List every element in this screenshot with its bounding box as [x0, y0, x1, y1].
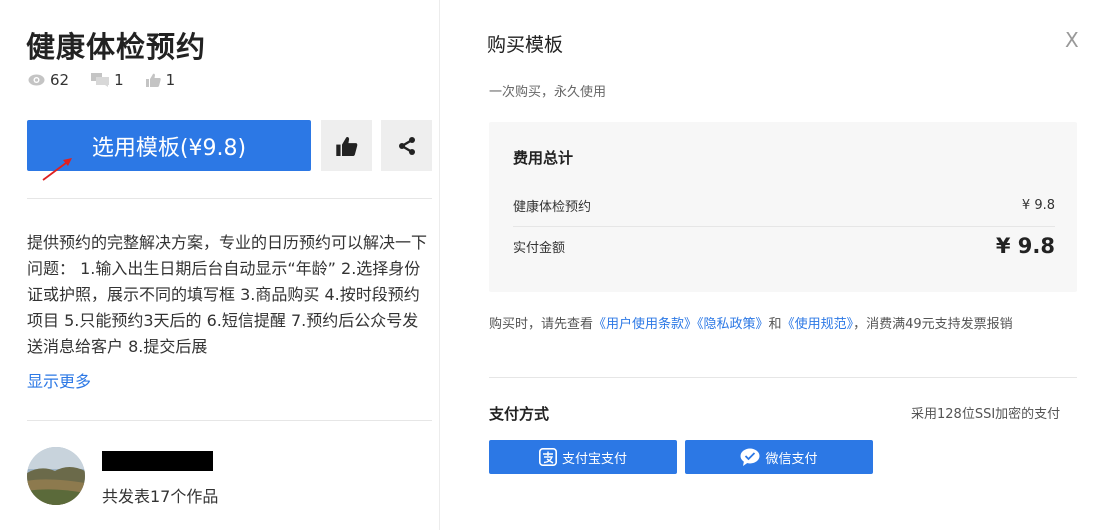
share-icon	[398, 136, 415, 155]
comment-icon	[91, 73, 110, 87]
template-title: 健康体检预约	[26, 30, 207, 64]
template-description: 提供预约的完整解决方案，专业的日历预约可以解决一下问题： 1.输入出生日期后台自…	[27, 233, 428, 356]
alipay-icon	[538, 448, 557, 466]
divider	[27, 420, 432, 421]
wechat-pay-icon	[740, 448, 760, 466]
thumbs-up-icon	[145, 73, 161, 87]
pointer-arrow-icon	[42, 158, 72, 181]
wechat-pay-label: 微信支付	[765, 451, 818, 467]
comments-count: 1	[114, 71, 124, 89]
fee-total-value: ¥ 9.8	[995, 234, 1055, 258]
wechat-pay-button[interactable]: 微信支付	[685, 440, 873, 474]
divider	[513, 226, 1055, 227]
divider	[489, 377, 1077, 378]
eye-icon	[28, 74, 45, 86]
notice-suffix: ，消费满49元支持发票报销	[853, 317, 1013, 332]
purchase-title: 购买模板	[487, 34, 564, 56]
thumbs-up-icon	[335, 136, 357, 156]
fee-total-label: 实付金额	[513, 240, 566, 256]
landscape-photo	[27, 447, 85, 505]
terms-link[interactable]: 《用户使用条款》	[593, 317, 697, 332]
comments-stat: 1	[91, 71, 124, 89]
rules-link[interactable]: 《使用规范》	[782, 317, 854, 332]
fee-item-price: ¥ 9.8	[1021, 198, 1055, 213]
purchase-subtitle: 一次购买，永久使用	[489, 85, 607, 100]
views-count: 62	[50, 71, 70, 89]
notice-and: 和	[768, 317, 782, 332]
fee-total-row: 实付金额 ¥ 9.8	[513, 234, 1055, 258]
alipay-button[interactable]: 支付宝支付	[489, 440, 677, 474]
notice-prefix: 购买时，请先查看	[489, 317, 594, 332]
fee-summary-heading: 费用总计	[513, 149, 574, 167]
privacy-link[interactable]: 《隐私政策》	[697, 317, 769, 332]
likes-count: 1	[165, 71, 176, 89]
alipay-label: 支付宝支付	[561, 451, 627, 467]
page: 健康体检预约 62 1 1 选用模板(¥9.8) 提供预约的完整解决方案，专业的…	[0, 0, 1100, 530]
template-stats: 62 1 1	[28, 70, 197, 90]
fee-item-row: 健康体检预约 ¥ 9.8	[513, 196, 1055, 215]
share-button[interactable]	[381, 120, 432, 171]
close-icon[interactable]: X	[1065, 28, 1079, 52]
purchase-notice: 购买时，请先查看《用户使用条款》《隐私政策》和《使用规范》，消费满49元支持发票…	[489, 315, 1079, 335]
like-button[interactable]	[321, 120, 372, 171]
fee-summary: 费用总计 健康体检预约 ¥ 9.8 实付金额 ¥ 9.8	[489, 122, 1077, 292]
show-more-link[interactable]: 显示更多	[27, 368, 91, 392]
author-name-redacted	[102, 451, 213, 471]
payment-method-heading: 支付方式	[489, 405, 550, 423]
template-detail-panel: 健康体检预约 62 1 1 选用模板(¥9.8) 提供预约的完整解决方案，专业的…	[0, 0, 440, 530]
fee-item-name: 健康体检预约	[513, 200, 592, 215]
divider	[27, 198, 432, 199]
author-avatar[interactable]	[27, 447, 85, 505]
payment-security-note: 采用128位SSI加密的支付	[911, 407, 1061, 422]
views-stat: 62	[28, 71, 69, 89]
likes-stat: 1	[145, 71, 176, 89]
author-works-count: 共发表17个作品	[102, 487, 219, 506]
